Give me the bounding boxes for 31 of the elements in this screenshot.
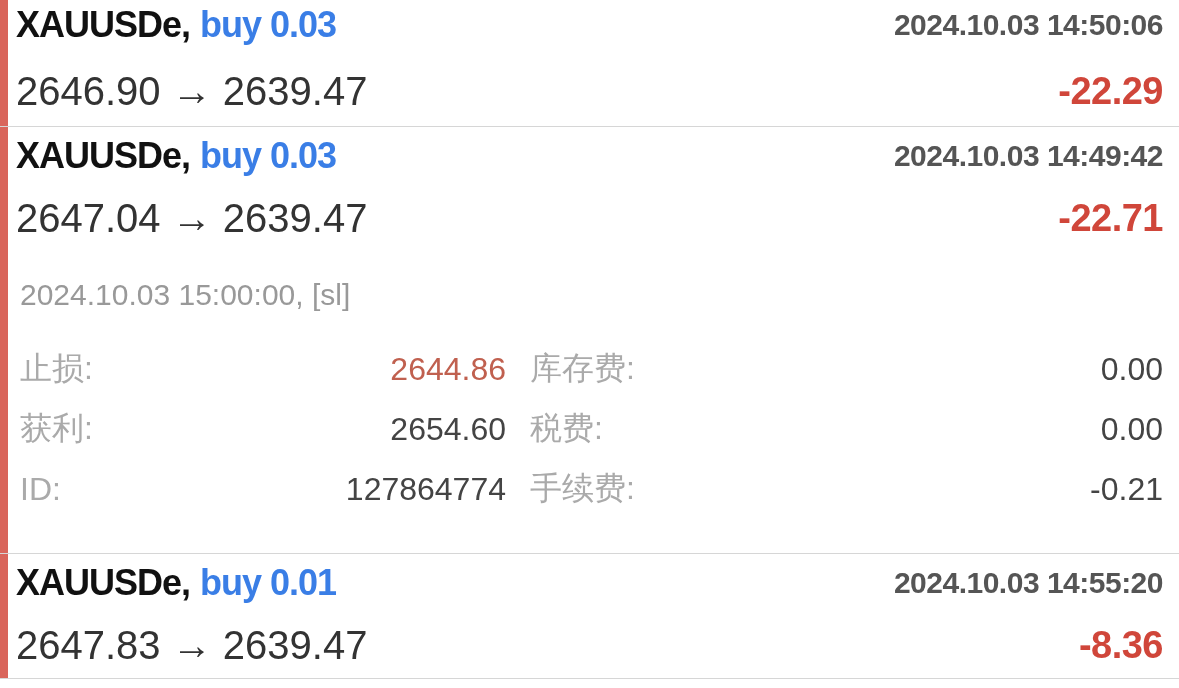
open-time: 2024.10.03 14:49:42 [893,139,1163,173]
prices: 2647.04 → 2639.47 [16,195,368,241]
field-value: -0.21 [1090,470,1163,508]
close-info: 2024.10.03 15:00:00, [sl] [19,278,351,312]
prices: 2647.83 → 2639.47 [16,622,368,668]
trade-row[interactable]: XAUUSDe, buy 0.03 2024.10.03 14:49:42 2647.04 → 2639.47 -22.71 2024.10.03 15:00:00, [sl] 止损: 2644.86 库存费: 0.00 获利: 2654.60 税费: 0.00 ID: 127864774 手续费: -0.21 [8,127,1179,553]
field-value: 0.00 [1100,410,1163,448]
field-label: 止损: [20,349,93,388]
field-label: 手续费: [530,469,635,508]
field-value: 2644.86 [390,350,506,388]
order-type: buy 0.03 [200,4,337,46]
profit: -22.71 [1058,196,1163,240]
prices: 2646.90 → 2639.47 [16,68,368,114]
open-time: 2024.10.03 14:50:06 [893,8,1163,42]
field-label: 获利: [20,409,93,448]
order-type: buy 0.01 [200,562,337,604]
field-label: ID: [20,470,61,508]
field-label: 税费: [530,409,603,448]
profit: -22.29 [1058,69,1163,113]
profit: -8.36 [1078,623,1163,667]
field-label: 库存费: [530,349,635,388]
trade-row[interactable]: XAUUSDe, buy 0.01 2024.10.03 14:55:20 2647.83 → 2639.47 -8.36 [8,554,1179,678]
symbol: XAUUSDe, [16,562,191,604]
symbol: XAUUSDe, [16,135,191,177]
field-value: 127864774 [345,470,506,508]
field-value: 0.00 [1100,350,1163,388]
order-type: buy 0.03 [200,135,337,177]
field-value: 2654.60 [390,410,506,448]
open-time: 2024.10.03 14:55:20 [893,566,1163,600]
trade-row[interactable]: XAUUSDe, buy 0.03 2024.10.03 14:50:06 2646.90 → 2639.47 -22.29 [8,0,1179,126]
symbol: XAUUSDe, [16,4,191,46]
